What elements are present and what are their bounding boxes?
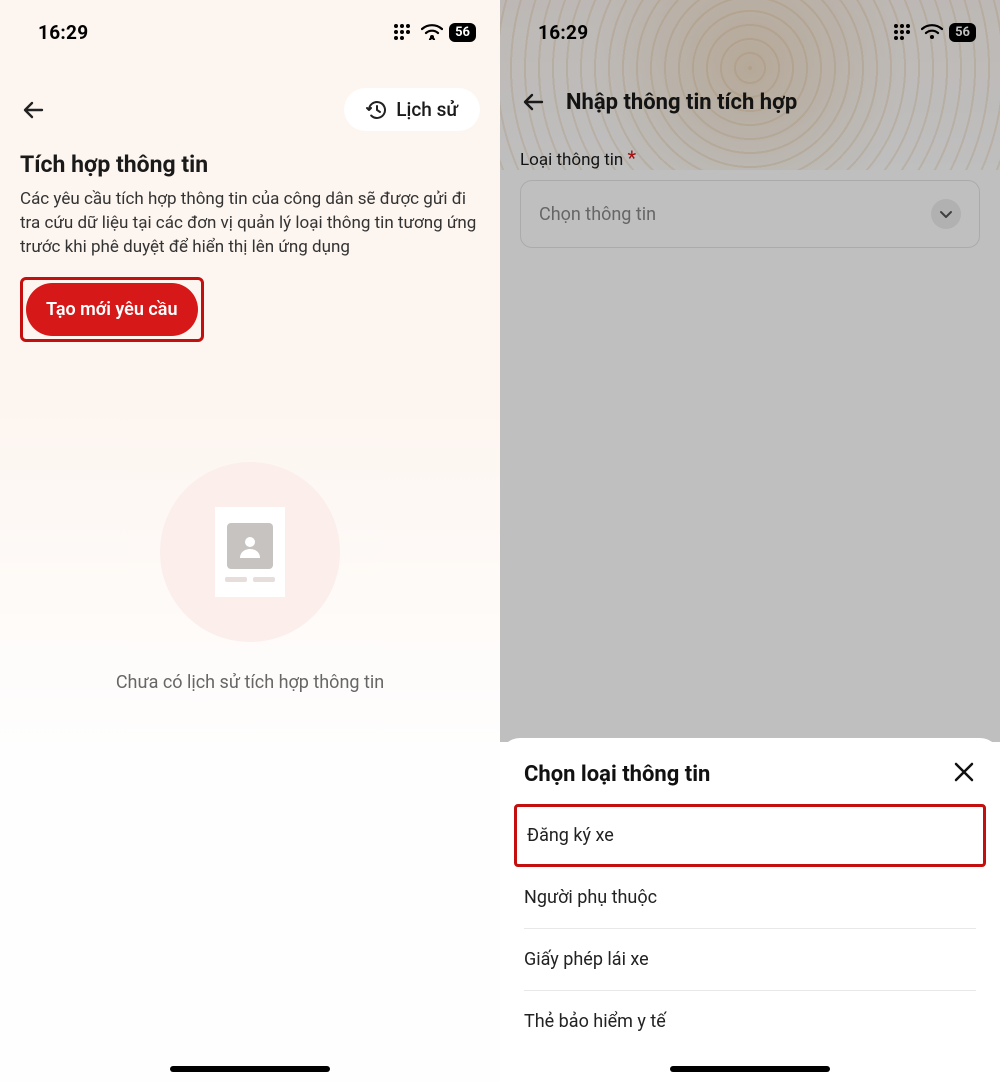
option-giay-phep-lai-xe[interactable]: Giấy phép lái xe xyxy=(524,929,976,991)
battery-icon: 56 xyxy=(449,23,476,42)
home-indicator[interactable] xyxy=(670,1066,830,1072)
status-time: 16:29 xyxy=(538,21,588,44)
arrow-left-icon xyxy=(22,98,46,122)
close-icon xyxy=(952,760,976,784)
form-label: Loại thông tin * xyxy=(520,146,980,170)
arrow-left-icon xyxy=(522,90,546,114)
history-clock-icon xyxy=(366,99,388,121)
home-indicator[interactable] xyxy=(170,1066,330,1072)
option-dang-ky-xe[interactable]: Đăng ký xe xyxy=(514,804,986,867)
chevron-down-icon xyxy=(931,199,961,229)
history-label: Lịch sử xyxy=(396,98,458,121)
status-icons: 56 xyxy=(893,23,976,42)
page-title: Nhập thông tin tích hợp xyxy=(566,90,797,115)
history-button[interactable]: Lịch sử xyxy=(344,88,480,131)
placeholder-avatar-icon xyxy=(227,523,273,569)
back-button[interactable] xyxy=(520,88,548,116)
cellular-icon xyxy=(393,23,415,41)
option-nguoi-phu-thuoc[interactable]: Người phụ thuộc xyxy=(524,867,976,929)
battery-icon: 56 xyxy=(949,23,976,42)
cellular-icon xyxy=(893,23,915,41)
bottom-sheet: Chọn loại thông tin Đăng ký xe Người phụ… xyxy=(500,738,1000,1082)
page-description: Các yêu cầu tích hợp thông tin của công … xyxy=(20,188,480,259)
status-bar: 16:29 56 xyxy=(500,0,1000,60)
select-placeholder: Chọn thông tin xyxy=(539,204,656,225)
option-the-bao-hiem-y-te[interactable]: Thẻ bảo hiểm y tế xyxy=(524,991,976,1052)
empty-state: Chưa có lịch sử tích hợp thông tin xyxy=(0,462,500,693)
phone-screen-left: 16:29 56 xyxy=(0,0,500,1082)
status-icons: 56 xyxy=(393,23,476,42)
info-type-select[interactable]: Chọn thông tin xyxy=(520,180,980,248)
form-label-text: Loại thông tin xyxy=(520,150,623,170)
empty-illustration xyxy=(160,462,340,642)
create-request-button[interactable]: Tạo mới yêu cầu xyxy=(26,283,198,336)
cta-highlight: Tạo mới yêu cầu xyxy=(20,277,204,342)
wifi-icon xyxy=(421,24,443,40)
wifi-icon xyxy=(921,24,943,40)
empty-state-text: Chưa có lịch sử tích hợp thông tin xyxy=(116,672,384,693)
status-time: 16:29 xyxy=(38,21,88,44)
phone-screen-right: 16:29 56 Nhập thông tin tíc xyxy=(500,0,1000,1082)
sheet-title: Chọn loại thông tin xyxy=(524,762,710,787)
page-title: Tích hợp thông tin xyxy=(20,151,480,178)
back-button[interactable] xyxy=(20,96,48,124)
status-bar: 16:29 56 xyxy=(0,0,500,60)
close-button[interactable] xyxy=(952,760,976,788)
required-asterisk: * xyxy=(628,146,637,170)
